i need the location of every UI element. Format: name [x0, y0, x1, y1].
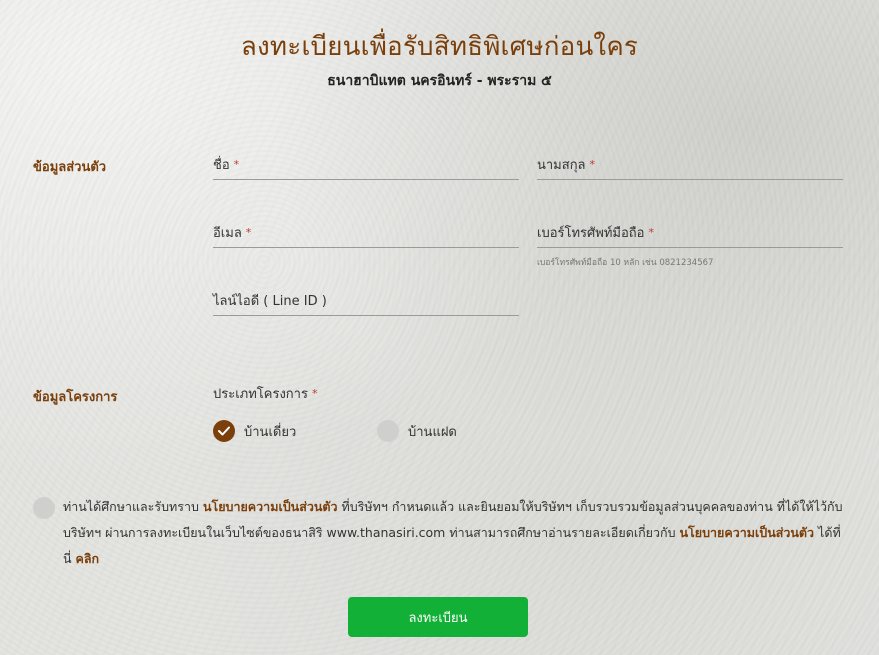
radio-twin-house[interactable]: บ้านแฝด: [377, 420, 457, 442]
project-type-label-text: ประเภทโครงการ: [213, 386, 308, 402]
last-name-field[interactable]: นามสกุล *: [537, 152, 843, 180]
required-mark: *: [648, 225, 654, 239]
phone-field[interactable]: เบอร์โทรศัพท์มือถือ * เบอร์โทรศัพท์มือถื…: [537, 220, 843, 269]
radio-checked-icon: [213, 420, 235, 442]
first-name-label-text: ชื่อ: [213, 157, 230, 173]
project-section-label: ข้อมูลโครงการ: [33, 390, 118, 405]
privacy-policy-link[interactable]: นโยบายความเป็นส่วนตัว: [203, 499, 338, 514]
radio-single-house-label: บ้านเดี่ยว: [244, 424, 297, 440]
required-mark: *: [311, 386, 318, 400]
email-label: อีเมล *: [213, 220, 519, 244]
first-name-field[interactable]: ชื่อ *: [213, 152, 519, 180]
line-id-label: ไลน์ไอดี ( Line ID ): [213, 288, 519, 312]
phone-label-text: เบอร์โทรศัพท์มือถือ: [537, 225, 645, 241]
required-mark: *: [589, 157, 596, 171]
consent-checkbox[interactable]: [33, 497, 55, 519]
phone-label: เบอร์โทรศัพท์มือถือ *: [537, 220, 843, 244]
line-id-label-text: ไลน์ไอดี ( Line ID ): [213, 293, 327, 309]
phone-hint: เบอร์โทรศัพท์มือถือ 10 หลัก เช่น 0821234…: [537, 258, 714, 268]
required-mark: *: [245, 225, 252, 239]
radio-single-house[interactable]: บ้านเดี่ยว: [213, 420, 296, 442]
last-name-label: นามสกุล *: [537, 152, 843, 176]
required-mark: *: [233, 157, 240, 171]
line-id-underline: [213, 315, 519, 316]
first-name-underline: [213, 179, 519, 180]
email-label-text: อีเมล: [213, 225, 242, 241]
registration-page: ลงทะเบียนเพื่อรับสิทธิพิเศษก่อนใคร ธนาฮา…: [0, 0, 879, 655]
register-button[interactable]: ลงทะเบียน: [348, 597, 528, 637]
project-type-label: ประเภทโครงการ *: [213, 383, 317, 403]
page-subtitle: ธนาฮาบิแทต นครอินทร์ - พระราม ๕: [327, 73, 552, 89]
personal-section-label: ข้อมูลส่วนตัว: [33, 160, 107, 175]
radio-twin-house-label: บ้านแฝด: [408, 424, 457, 440]
phone-underline: [537, 247, 843, 248]
last-name-label-text: นามสกุล: [537, 157, 586, 173]
first-name-label: ชื่อ *: [213, 152, 519, 176]
click-here-link[interactable]: คลิก: [76, 551, 100, 566]
consent-text: ท่านได้ศึกษาและรับทราบ นโยบายความเป็นส่ว…: [63, 494, 843, 572]
privacy-policy-link-2[interactable]: นโยบายความเป็นส่วนตัว: [679, 525, 814, 540]
line-id-field[interactable]: ไลน์ไอดี ( Line ID ): [213, 288, 519, 316]
checkmark-icon: [218, 426, 230, 436]
email-underline: [213, 247, 519, 248]
radio-unchecked-icon: [377, 420, 399, 442]
email-field[interactable]: อีเมล *: [213, 220, 519, 248]
last-name-underline: [537, 179, 843, 180]
page-title: ลงทะเบียนเพื่อรับสิทธิพิเศษก่อนใคร: [240, 32, 639, 62]
consent-text-part: ท่านได้ศึกษาและรับทราบ: [63, 499, 203, 514]
